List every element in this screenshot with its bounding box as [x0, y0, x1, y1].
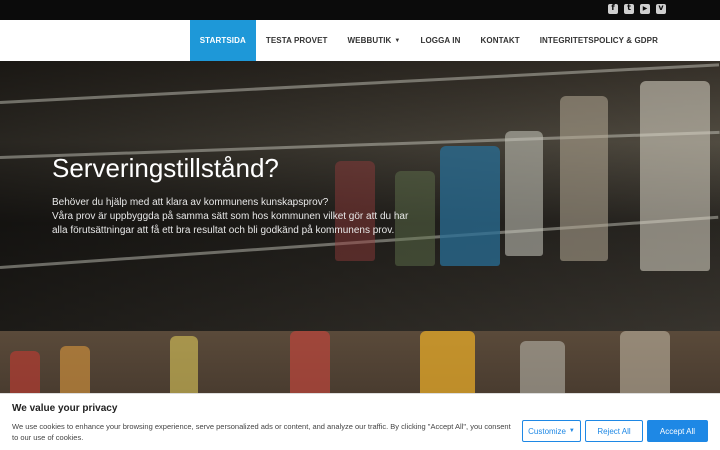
nav-item-label: INTEGRITETSPOLICY & GDPR — [539, 36, 658, 45]
twitter-icon[interactable] — [624, 3, 634, 14]
bottle-image — [560, 96, 608, 261]
hero-banner: Serveringstillstånd? Behöver du hjälp me… — [0, 61, 720, 331]
nav-item-testa-provet[interactable]: TESTA PROVET — [256, 20, 338, 61]
main-navbar: STARTSIDA TESTA PROVET WEBBUTIK ▼ LOGGA … — [0, 20, 720, 61]
nav-item-label: KONTAKT — [480, 36, 520, 45]
cookie-title: We value your privacy — [12, 403, 118, 414]
bottle-image — [640, 81, 710, 271]
hero-text-line: Våra prov är uppbyggda på samma sätt som… — [52, 211, 409, 222]
bottle-image — [440, 146, 500, 266]
nav-item-webbutik[interactable]: WEBBUTIK ▼ — [338, 20, 411, 61]
accept-label: Accept All — [659, 426, 696, 436]
customize-label: Customize — [528, 426, 566, 436]
hero-text-line: Behöver du hjälp med att klara av kommun… — [52, 197, 329, 208]
reject-label: Reject All — [597, 426, 631, 436]
nav-item-label: STARTSIDA — [199, 36, 246, 45]
page: STARTSIDA TESTA PROVET WEBBUTIK ▼ LOGGA … — [0, 0, 720, 450]
nav-item-logga-in[interactable]: LOGGA IN — [410, 20, 470, 61]
youtube-icon[interactable] — [640, 4, 650, 14]
cookie-text: We use cookies to enhance your browsing … — [12, 422, 511, 442]
accept-all-button[interactable]: Accept All — [647, 420, 708, 442]
customize-button[interactable]: Customize ▼ — [522, 420, 581, 442]
facebook-icon[interactable] — [608, 3, 618, 14]
nav-item-kontakt[interactable]: KONTAKT — [471, 20, 530, 61]
cookie-banner: We value your privacy We use cookies to … — [0, 393, 720, 450]
chevron-down-icon: ▼ — [568, 428, 575, 434]
bottle-image — [505, 131, 543, 256]
reject-all-button[interactable]: Reject All — [585, 420, 643, 442]
nav-item-label: WEBBUTIK — [347, 36, 392, 45]
nav-item-label: LOGGA IN — [420, 36, 461, 45]
top-bar — [0, 0, 720, 20]
hero-content: Serveringstillstånd? Behöver du hjälp me… — [52, 153, 432, 238]
shelf-decoration — [0, 63, 720, 104]
main-nav: STARTSIDA TESTA PROVET WEBBUTIK ▼ LOGGA … — [189, 20, 668, 61]
social-links — [608, 3, 666, 14]
nav-item-startsida[interactable]: STARTSIDA — [189, 20, 256, 61]
nav-item-label: TESTA PROVET — [265, 36, 328, 45]
nav-item-integritetspolicy[interactable]: INTEGRITETSPOLICY & GDPR — [530, 20, 668, 61]
hero-text-line: alla förutsättningar att få ett bra resu… — [52, 225, 395, 236]
hero-title: Serveringstillstånd? — [52, 153, 279, 183]
vimeo-icon[interactable] — [656, 3, 666, 14]
chevron-down-icon: ▼ — [394, 37, 401, 44]
